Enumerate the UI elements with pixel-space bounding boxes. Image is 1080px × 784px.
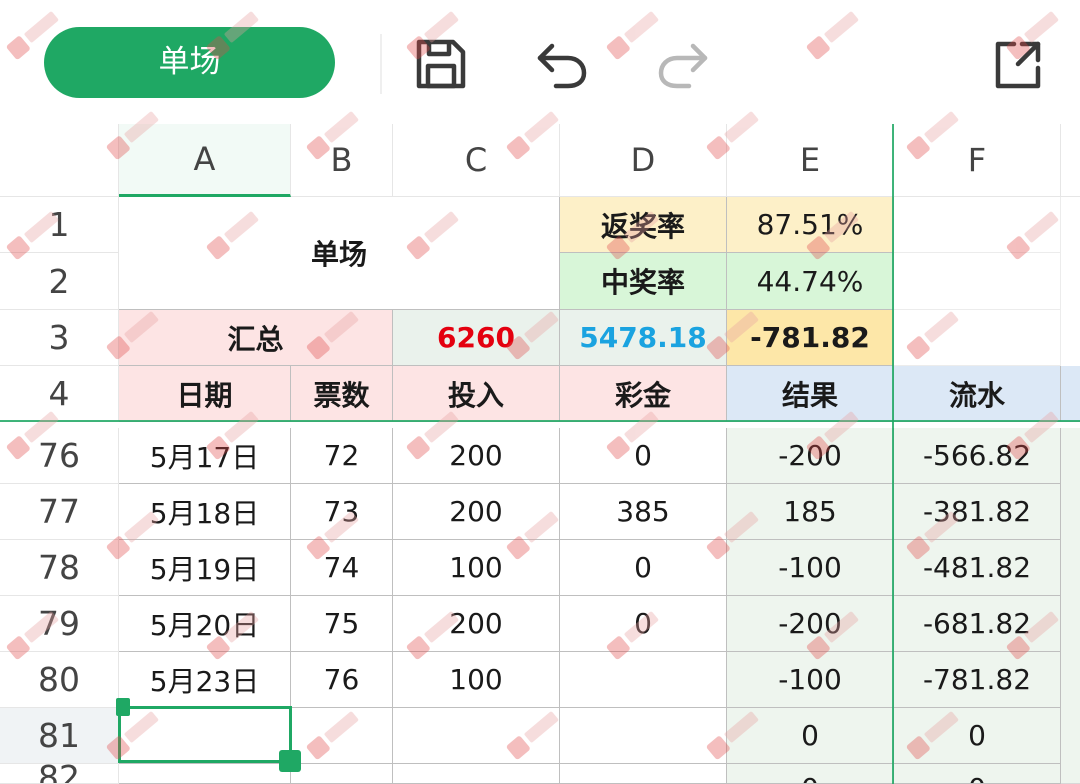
row-header[interactable]: 76 (0, 428, 119, 484)
tickets-cell[interactable] (291, 764, 393, 784)
column-header-e[interactable]: E (727, 124, 894, 197)
date-cell[interactable]: 5月19日 (119, 540, 291, 596)
freeze-pane-horizontal (0, 420, 1080, 422)
select-all-corner[interactable] (0, 124, 119, 197)
header-result[interactable]: 结果 (727, 366, 894, 422)
undo-icon[interactable] (534, 36, 590, 92)
share-icon[interactable] (990, 36, 1046, 92)
input-cell[interactable]: 100 (393, 540, 560, 596)
row-header[interactable]: 77 (0, 484, 119, 540)
date-cell[interactable]: 5月23日 (119, 652, 291, 708)
cell-f2[interactable] (894, 253, 1061, 310)
row-header-2[interactable]: 2 (0, 253, 119, 310)
selection-handle-top-left[interactable] (116, 698, 130, 716)
column-header-f[interactable]: F (894, 124, 1061, 197)
total-result[interactable]: -781.82 (727, 310, 894, 366)
column-header-c[interactable]: C (393, 124, 560, 197)
input-cell[interactable] (393, 708, 560, 764)
date-cell[interactable] (119, 764, 291, 784)
result-value: 0 (801, 772, 819, 783)
row-header[interactable]: 80 (0, 652, 119, 708)
return-rate-label[interactable]: 返奖率 (560, 197, 727, 253)
prize-cell[interactable] (560, 764, 727, 784)
tickets-cell[interactable]: 74 (291, 540, 393, 596)
header-tickets[interactable]: 票数 (291, 366, 393, 422)
prize-cell[interactable]: 385 (560, 484, 727, 540)
running-cell[interactable]: 0 (894, 764, 1061, 784)
sheet-title-cell[interactable]: 单场 (119, 197, 560, 310)
row-header-1[interactable]: 1 (0, 197, 119, 253)
toolbar: 单场 (0, 0, 1080, 124)
input-cell[interactable]: 200 (393, 484, 560, 540)
running-cell[interactable]: 0 (894, 708, 1061, 764)
row-header-3[interactable]: 3 (0, 310, 119, 366)
result-cell[interactable]: 0 (727, 764, 894, 784)
date-cell[interactable]: 5月18日 (119, 484, 291, 540)
date-cell-selected[interactable] (119, 708, 291, 764)
input-cell[interactable]: 200 (393, 596, 560, 652)
header-date[interactable]: 日期 (119, 366, 291, 422)
win-rate-label[interactable]: 中奖率 (560, 253, 727, 310)
cell-f3[interactable] (894, 310, 1061, 366)
row-number-label: 82 (38, 764, 80, 784)
date-cell[interactable]: 5月17日 (119, 428, 291, 484)
row-header-4[interactable]: 4 (0, 366, 119, 422)
result-cell[interactable]: -100 (727, 540, 894, 596)
header-running[interactable]: 流水 (894, 366, 1061, 422)
result-cell[interactable]: 185 (727, 484, 894, 540)
selection-fill-handle[interactable] (279, 750, 301, 772)
prize-cell[interactable] (560, 652, 727, 708)
running-cell[interactable]: -381.82 (894, 484, 1061, 540)
row-header[interactable]: 82 (0, 764, 119, 784)
date-cell[interactable]: 5月20日 (119, 596, 291, 652)
input-cell[interactable]: 100 (393, 652, 560, 708)
tickets-cell[interactable]: 75 (291, 596, 393, 652)
save-icon[interactable] (413, 36, 469, 92)
prize-cell[interactable]: 0 (560, 596, 727, 652)
row-header-selected[interactable]: 81 (0, 708, 119, 764)
column-header-b[interactable]: B (291, 124, 393, 197)
running-cell[interactable]: -481.82 (894, 540, 1061, 596)
running-cell[interactable]: -681.82 (894, 596, 1061, 652)
column-header-a[interactable]: A (119, 124, 291, 197)
total-prize[interactable]: 5478.18 (560, 310, 727, 366)
toolbar-divider (380, 34, 382, 94)
total-input[interactable]: 6260 (393, 310, 560, 366)
header-prize[interactable]: 彩金 (560, 366, 727, 422)
cell-f1[interactable] (894, 197, 1061, 253)
result-cell[interactable]: -200 (727, 428, 894, 484)
cell-g-column[interactable] (1061, 428, 1080, 784)
column-header-g[interactable] (1061, 124, 1080, 197)
result-cell[interactable]: -100 (727, 652, 894, 708)
cell-g4[interactable] (1061, 366, 1080, 422)
tickets-cell[interactable]: 76 (291, 652, 393, 708)
column-header-d[interactable]: D (560, 124, 727, 197)
result-cell[interactable]: 0 (727, 708, 894, 764)
prize-cell[interactable] (560, 708, 727, 764)
prize-cell[interactable]: 0 (560, 540, 727, 596)
result-cell[interactable]: -200 (727, 596, 894, 652)
tickets-cell[interactable]: 72 (291, 428, 393, 484)
redo-icon[interactable] (655, 36, 711, 92)
input-cell[interactable]: 200 (393, 428, 560, 484)
freeze-pane-vertical (892, 124, 894, 784)
tickets-cell[interactable] (291, 708, 393, 764)
summary-label[interactable]: 汇总 (119, 310, 393, 366)
prize-cell[interactable]: 0 (560, 428, 727, 484)
running-cell[interactable]: -781.82 (894, 652, 1061, 708)
sheet-tab-active[interactable]: 单场 (44, 27, 335, 98)
row-header[interactable]: 79 (0, 596, 119, 652)
return-rate-value[interactable]: 87.51% (727, 197, 894, 253)
row-header[interactable]: 78 (0, 540, 119, 596)
running-cell[interactable]: -566.82 (894, 428, 1061, 484)
header-input[interactable]: 投入 (393, 366, 560, 422)
running-value: 0 (968, 772, 986, 783)
win-rate-value[interactable]: 44.74% (727, 253, 894, 310)
tickets-cell[interactable]: 73 (291, 484, 393, 540)
input-cell[interactable] (393, 764, 560, 784)
